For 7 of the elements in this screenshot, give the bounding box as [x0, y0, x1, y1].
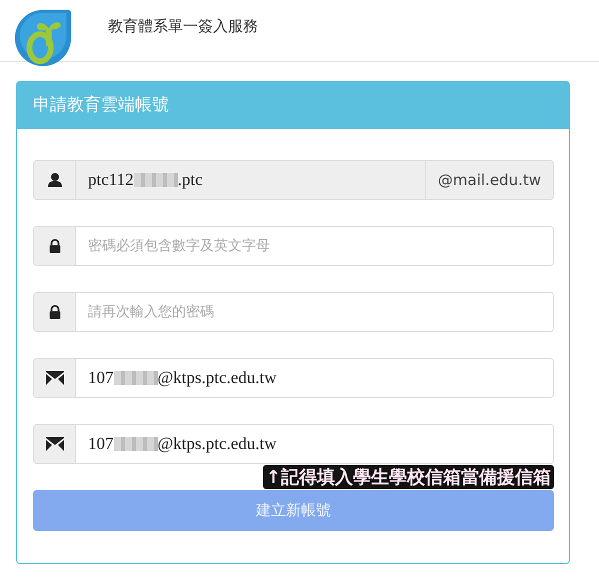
password-field[interactable]: 請再次輸入您的密碼 [33, 292, 554, 332]
lock-icon [48, 304, 62, 320]
site-title: 教育體系單一簽入服務 [108, 17, 258, 36]
lock-icon [48, 238, 62, 254]
password-field[interactable]: 密碼必須包含數字及英文字母 [33, 226, 554, 266]
annotation-text: ↑記得填入學生學校信箱當備援信箱 [262, 465, 554, 489]
panel-heading: 申請教育雲端帳號 [17, 82, 569, 129]
